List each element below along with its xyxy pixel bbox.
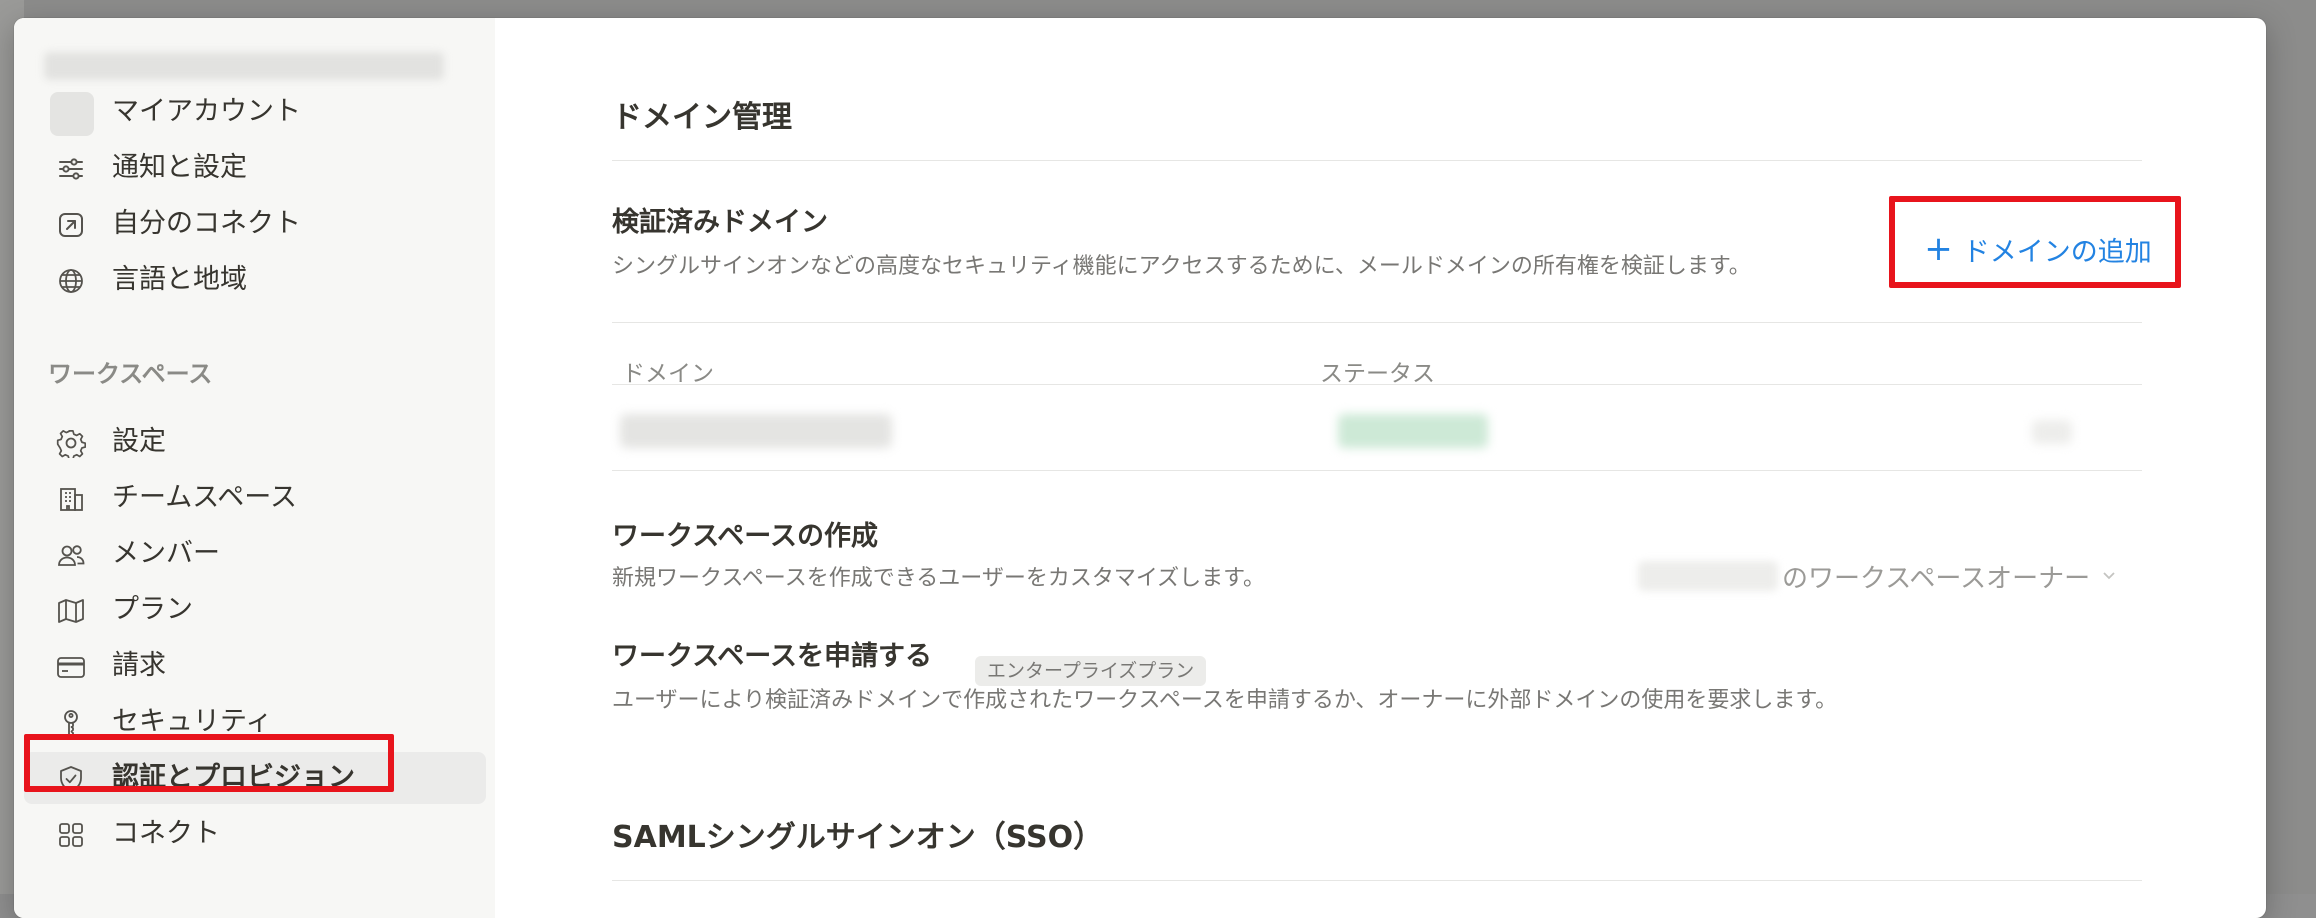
saml-section-title: SAMLシングルサインオン（SSO） bbox=[612, 820, 1104, 855]
sidebar-item-label: コネクト bbox=[112, 818, 220, 849]
sidebar-item-label: 通知と設定 bbox=[112, 152, 247, 183]
sidebar-item-label: メンバー bbox=[112, 538, 220, 569]
verified-domains-title: 検証済みドメイン bbox=[612, 207, 828, 238]
settings-modal: マイアカウント 通知と設定 自分のコネクト 言語と地域 ワークスペース 設定 チ… bbox=[14, 18, 2266, 918]
settings-sidebar: マイアカウント 通知と設定 自分のコネクト 言語と地域 ワークスペース 設定 チ… bbox=[14, 18, 495, 918]
workspace-creation-select[interactable]: のワークスペースオーナー bbox=[1638, 556, 2118, 596]
chevron-down-icon bbox=[2100, 561, 2118, 591]
sliders-icon bbox=[56, 154, 86, 184]
grid-icon bbox=[56, 820, 86, 850]
sidebar-item-plans[interactable]: プラン bbox=[24, 584, 486, 636]
workspace-creation-description: 新規ワークスペースを作成できるユーザーをカスタマイズします。 bbox=[612, 566, 1265, 591]
select-value: のワークスペースオーナー bbox=[1782, 563, 2091, 594]
sidebar-item-label: チームスペース bbox=[112, 482, 297, 513]
workspace-claim-description: ユーザーにより検証済みドメインで作成されたワークスペースを申請するか、オーナーに… bbox=[612, 688, 1838, 713]
sidebar-item-settings[interactable]: 設定 bbox=[24, 416, 486, 468]
sidebar-item-label: マイアカウント bbox=[112, 96, 301, 127]
workspace-creation-title: ワークスペースの作成 bbox=[612, 521, 878, 552]
sidebar-item-members[interactable]: メンバー bbox=[24, 528, 486, 580]
select-value-blurred bbox=[1638, 561, 1778, 591]
divider bbox=[612, 384, 2142, 385]
row-menu-blurred[interactable] bbox=[2032, 420, 2072, 444]
verified-domains-description: シングルサインオンなどの高度なセキュリティ機能にアクセスするために、メールドメイ… bbox=[612, 254, 1751, 279]
sidebar-item-notifications[interactable]: 通知と設定 bbox=[24, 142, 486, 194]
sidebar-item-label: プラン bbox=[112, 594, 193, 625]
scrollbar-track[interactable] bbox=[2266, 18, 2316, 894]
map-icon bbox=[56, 596, 86, 626]
globe-icon bbox=[56, 266, 86, 296]
domain-cell-blurred bbox=[620, 414, 892, 448]
credit-card-icon bbox=[56, 652, 86, 682]
status-badge-blurred bbox=[1338, 414, 1488, 448]
divider bbox=[612, 322, 2142, 323]
highlight-annotation-add-domain bbox=[1889, 196, 2181, 288]
sidebar-item-label: 言語と地域 bbox=[112, 264, 247, 295]
sidebar-item-connections[interactable]: コネクト bbox=[24, 808, 486, 860]
sidebar-item-label: 自分のコネクト bbox=[112, 208, 301, 239]
people-icon bbox=[56, 540, 86, 570]
arrow-up-right-square-icon bbox=[56, 210, 86, 240]
sidebar-item-language[interactable]: 言語と地域 bbox=[24, 254, 486, 306]
table-header-domain: ドメイン bbox=[622, 361, 714, 387]
sidebar-item-label: 請求 bbox=[112, 650, 166, 681]
account-email-blurred bbox=[44, 52, 444, 80]
sidebar-item-my-account[interactable]: マイアカウント bbox=[24, 86, 486, 138]
building-icon bbox=[56, 484, 86, 514]
sidebar-item-my-connections[interactable]: 自分のコネクト bbox=[24, 198, 486, 250]
divider bbox=[612, 880, 2142, 881]
workspace-claim-title: ワークスペースを申請する bbox=[612, 641, 932, 672]
highlight-annotation-sidebar bbox=[24, 734, 394, 792]
avatar bbox=[50, 92, 94, 136]
divider bbox=[612, 470, 2142, 471]
table-header-status: ステータス bbox=[1320, 361, 1435, 387]
sidebar-item-teamspaces[interactable]: チームスペース bbox=[24, 472, 486, 524]
workspace-section-label: ワークスペース bbox=[48, 360, 213, 388]
sidebar-item-billing[interactable]: 請求 bbox=[24, 640, 486, 692]
divider bbox=[612, 160, 2142, 161]
sidebar-item-label: 設定 bbox=[112, 426, 166, 457]
main-content: ドメイン管理 検証済みドメイン シングルサインオンなどの高度なセキュリティ機能に… bbox=[495, 18, 2266, 918]
gear-icon bbox=[56, 428, 86, 458]
page-title: ドメイン管理 bbox=[612, 100, 792, 135]
